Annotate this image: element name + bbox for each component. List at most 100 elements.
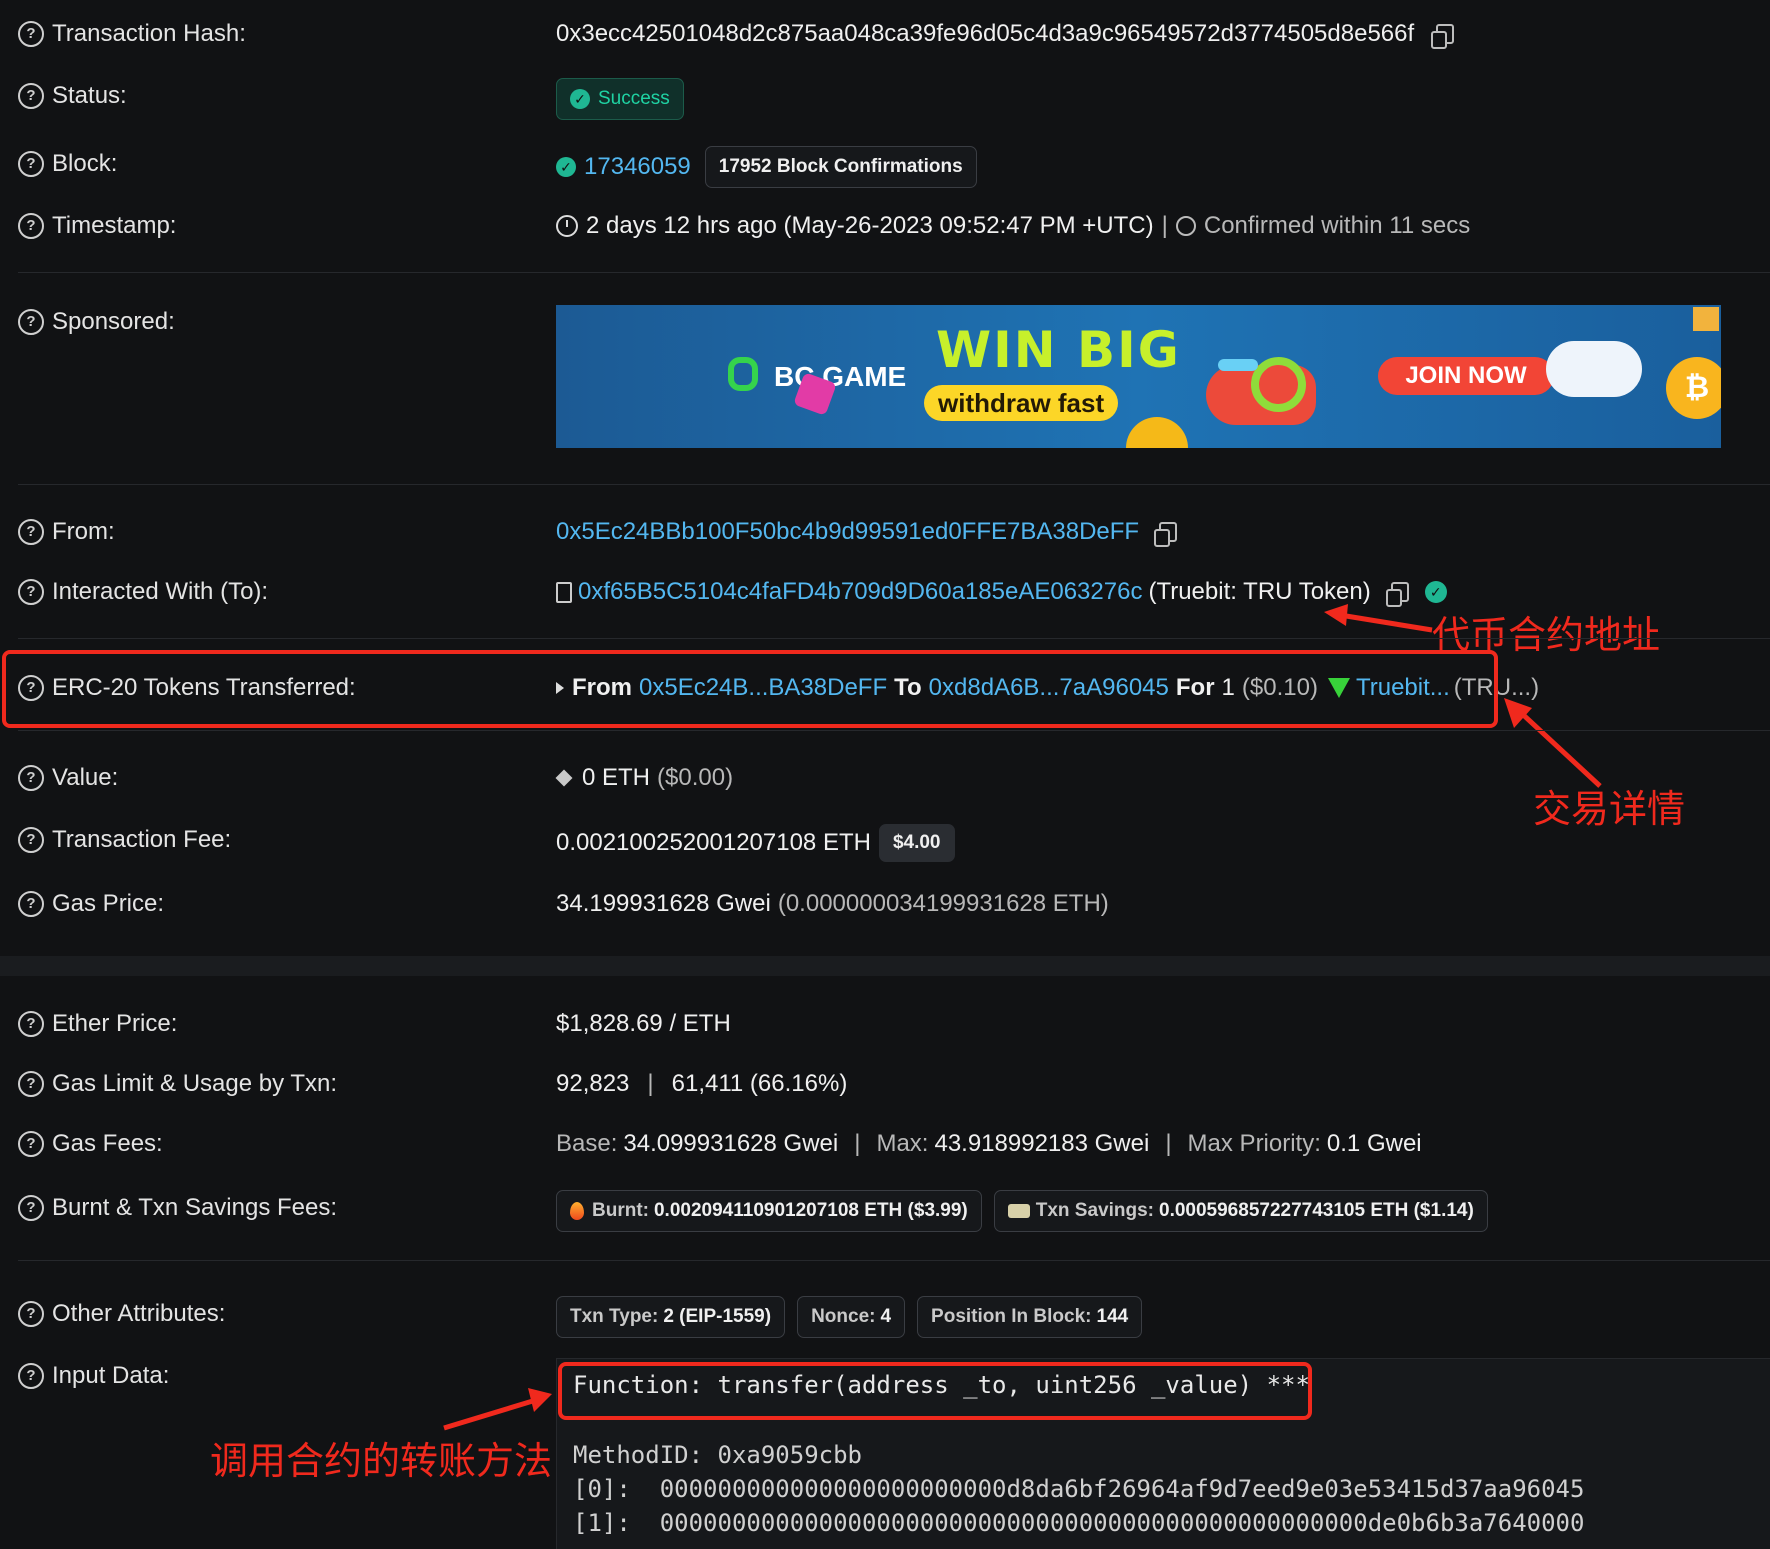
- copy-icon[interactable]: [1431, 24, 1455, 49]
- divider-line: [18, 1260, 1770, 1261]
- bitcoin-coin-icon: ₿: [1666, 357, 1721, 419]
- max-key: Max:: [876, 1130, 929, 1157]
- bc-logo-icon: [728, 357, 758, 391]
- to-label: ? Interacted With (To):: [18, 578, 268, 606]
- divider: |: [1161, 212, 1168, 239]
- help-icon[interactable]: ?: [18, 1071, 44, 1097]
- annotation-arrow-contract: [1324, 604, 1433, 633]
- divider: |: [1165, 1130, 1172, 1157]
- status-label: ? Status:: [18, 82, 127, 110]
- position-value: 144: [1096, 1306, 1129, 1327]
- block-value: ✓ 17346059 17952 Block Confirmations: [556, 146, 977, 188]
- verified-check-icon: ✓: [556, 157, 576, 177]
- ad-brand: BC.GAME: [774, 361, 907, 392]
- value-eth: 0 ETH: [582, 764, 651, 791]
- fire-icon: [570, 1202, 584, 1220]
- success-check-icon: ✓: [570, 89, 590, 109]
- divider: |: [647, 1070, 654, 1097]
- tx-hash-value: 0x3ecc42501048d2c875aa048ca39fe96d05c4d3…: [556, 20, 1455, 49]
- burnt-key: Burnt:: [592, 1200, 649, 1221]
- gas-limit-value: 92,823 | 61,411 (66.16%): [556, 1070, 847, 1098]
- ad-headline: WIN BIG: [936, 321, 1181, 379]
- fee-eth: 0.002100252001207108 ETH: [556, 829, 871, 856]
- ad-join-button[interactable]: JOIN NOW: [1378, 357, 1554, 395]
- input-method-id: MethodID: 0xa9059cbb: [573, 1441, 862, 1469]
- help-icon[interactable]: ?: [18, 83, 44, 109]
- help-icon[interactable]: ?: [18, 213, 44, 239]
- tx-hash-label: ? Transaction Hash:: [18, 20, 246, 48]
- value-value: 0 ETH ($0.00): [555, 764, 734, 792]
- burnt-label: ? Burnt & Txn Savings Fees:: [18, 1194, 337, 1222]
- base-value: 34.099931628 Gwei: [623, 1130, 839, 1157]
- ad-banner[interactable]: BC.GAME WIN BIG withdraw fast JOIN NOW ₿: [556, 305, 1721, 448]
- help-icon[interactable]: ?: [18, 1011, 44, 1037]
- help-icon[interactable]: ?: [18, 1131, 44, 1157]
- fee-usd-badge: $4.00: [878, 824, 955, 862]
- section-divider: [0, 956, 1770, 976]
- help-icon[interactable]: ?: [18, 21, 44, 47]
- value-label: ? Value:: [18, 764, 118, 792]
- copy-icon[interactable]: [1154, 522, 1178, 547]
- to-address-link[interactable]: 0xf65B5C5104c4faFD4b709d9D60a185eAE06327…: [578, 578, 1142, 606]
- from-label: ? From:: [18, 518, 115, 546]
- help-icon[interactable]: ?: [18, 827, 44, 853]
- gas-price-label: ? Gas Price:: [18, 890, 164, 918]
- contract-file-icon: [556, 581, 572, 603]
- ether-price-label: ? Ether Price:: [18, 1010, 177, 1038]
- ad-close-icon[interactable]: [1693, 307, 1719, 331]
- eth-diamond-icon: [555, 769, 573, 787]
- help-icon[interactable]: ?: [18, 519, 44, 545]
- confirmations-badge: 17952 Block Confirmations: [704, 146, 977, 188]
- timestamp-text: 2 days 12 hrs ago (May-26-2023 09:52:47 …: [586, 212, 1154, 239]
- burnt-amount: 0.002094110901207108 ETH ($3.99): [653, 1200, 968, 1221]
- gas-price-eth: (0.000000034199931628 ETH): [777, 890, 1109, 917]
- divider-line: [18, 638, 1770, 639]
- coin-icon: [1126, 417, 1188, 448]
- burnt-badge: Burnt: 0.002094110901207108 ETH ($3.99): [556, 1190, 982, 1232]
- base-key: Base:: [556, 1130, 618, 1157]
- timestamp-label: ? Timestamp:: [18, 212, 176, 240]
- help-icon[interactable]: ?: [18, 579, 44, 605]
- to-value: 0xf65B5C5104c4faFD4b709d9D60a185eAE06327…: [556, 578, 1447, 607]
- confirmed-text: Confirmed within 11 secs: [1203, 212, 1471, 239]
- ad-tagline: withdraw fast: [924, 385, 1119, 421]
- ether-price-value: $1,828.69 / ETH: [556, 1010, 731, 1037]
- help-icon[interactable]: ?: [18, 1301, 44, 1327]
- status-badge: ✓ Success: [556, 78, 684, 120]
- input-data-label: ? Input Data:: [18, 1362, 169, 1390]
- savings-key: Txn Savings:: [1035, 1200, 1154, 1221]
- nonce-key: Nonce:: [811, 1306, 876, 1327]
- divider-line: [18, 730, 1770, 731]
- help-icon[interactable]: ?: [18, 309, 44, 335]
- max-value: 43.918992183 Gwei: [934, 1130, 1150, 1157]
- gas-fees-value: Base: 34.099931628 Gwei | Max: 43.918992…: [556, 1130, 1422, 1158]
- help-icon[interactable]: ?: [18, 1363, 44, 1389]
- help-icon[interactable]: ?: [18, 151, 44, 177]
- annotation-call-method: 调用合约的转账方法: [210, 1439, 553, 1483]
- help-icon[interactable]: ?: [18, 765, 44, 791]
- block-label: ? Block:: [18, 150, 117, 178]
- from-value: 0x5Ec24BBb100F50bc4b9d99591ed0FFE7BA38De…: [556, 518, 1178, 547]
- gas-fees-label: ? Gas Fees:: [18, 1130, 163, 1158]
- burnt-value: Burnt: 0.002094110901207108 ETH ($3.99) …: [556, 1190, 1488, 1232]
- money-wings-icon: [1007, 1204, 1030, 1218]
- status-text: Success: [598, 88, 670, 109]
- divider-line: [18, 484, 1770, 485]
- value-usd: ($0.00): [657, 764, 734, 791]
- help-icon[interactable]: ?: [18, 891, 44, 917]
- priority-key: Max Priority:: [1187, 1130, 1321, 1157]
- gas-price-gwei: 34.199931628 Gwei: [556, 890, 771, 917]
- txn-type-key: Txn Type:: [570, 1306, 659, 1327]
- help-icon[interactable]: ?: [18, 1195, 44, 1221]
- timer-icon: [1175, 216, 1196, 236]
- block-number-link[interactable]: 17346059: [584, 153, 691, 181]
- input-param-0: [0]: 000000000000000000000000d8da6bf2696…: [573, 1475, 1585, 1503]
- divider-line: [18, 272, 1770, 273]
- copy-icon[interactable]: [1385, 582, 1409, 607]
- tx-hash-text: 0x3ecc42501048d2c875aa048ca39fe96d05c4d3…: [556, 20, 1415, 47]
- priority-value: 0.1 Gwei: [1326, 1130, 1422, 1157]
- position-key: Position In Block:: [931, 1306, 1092, 1327]
- fee-value: 0.002100252001207108 ETH $4.00: [556, 824, 955, 862]
- from-address-link[interactable]: 0x5Ec24BBb100F50bc4b9d99591ed0FFE7BA38De…: [556, 518, 1139, 546]
- dino-mascot-icon: [1196, 345, 1346, 435]
